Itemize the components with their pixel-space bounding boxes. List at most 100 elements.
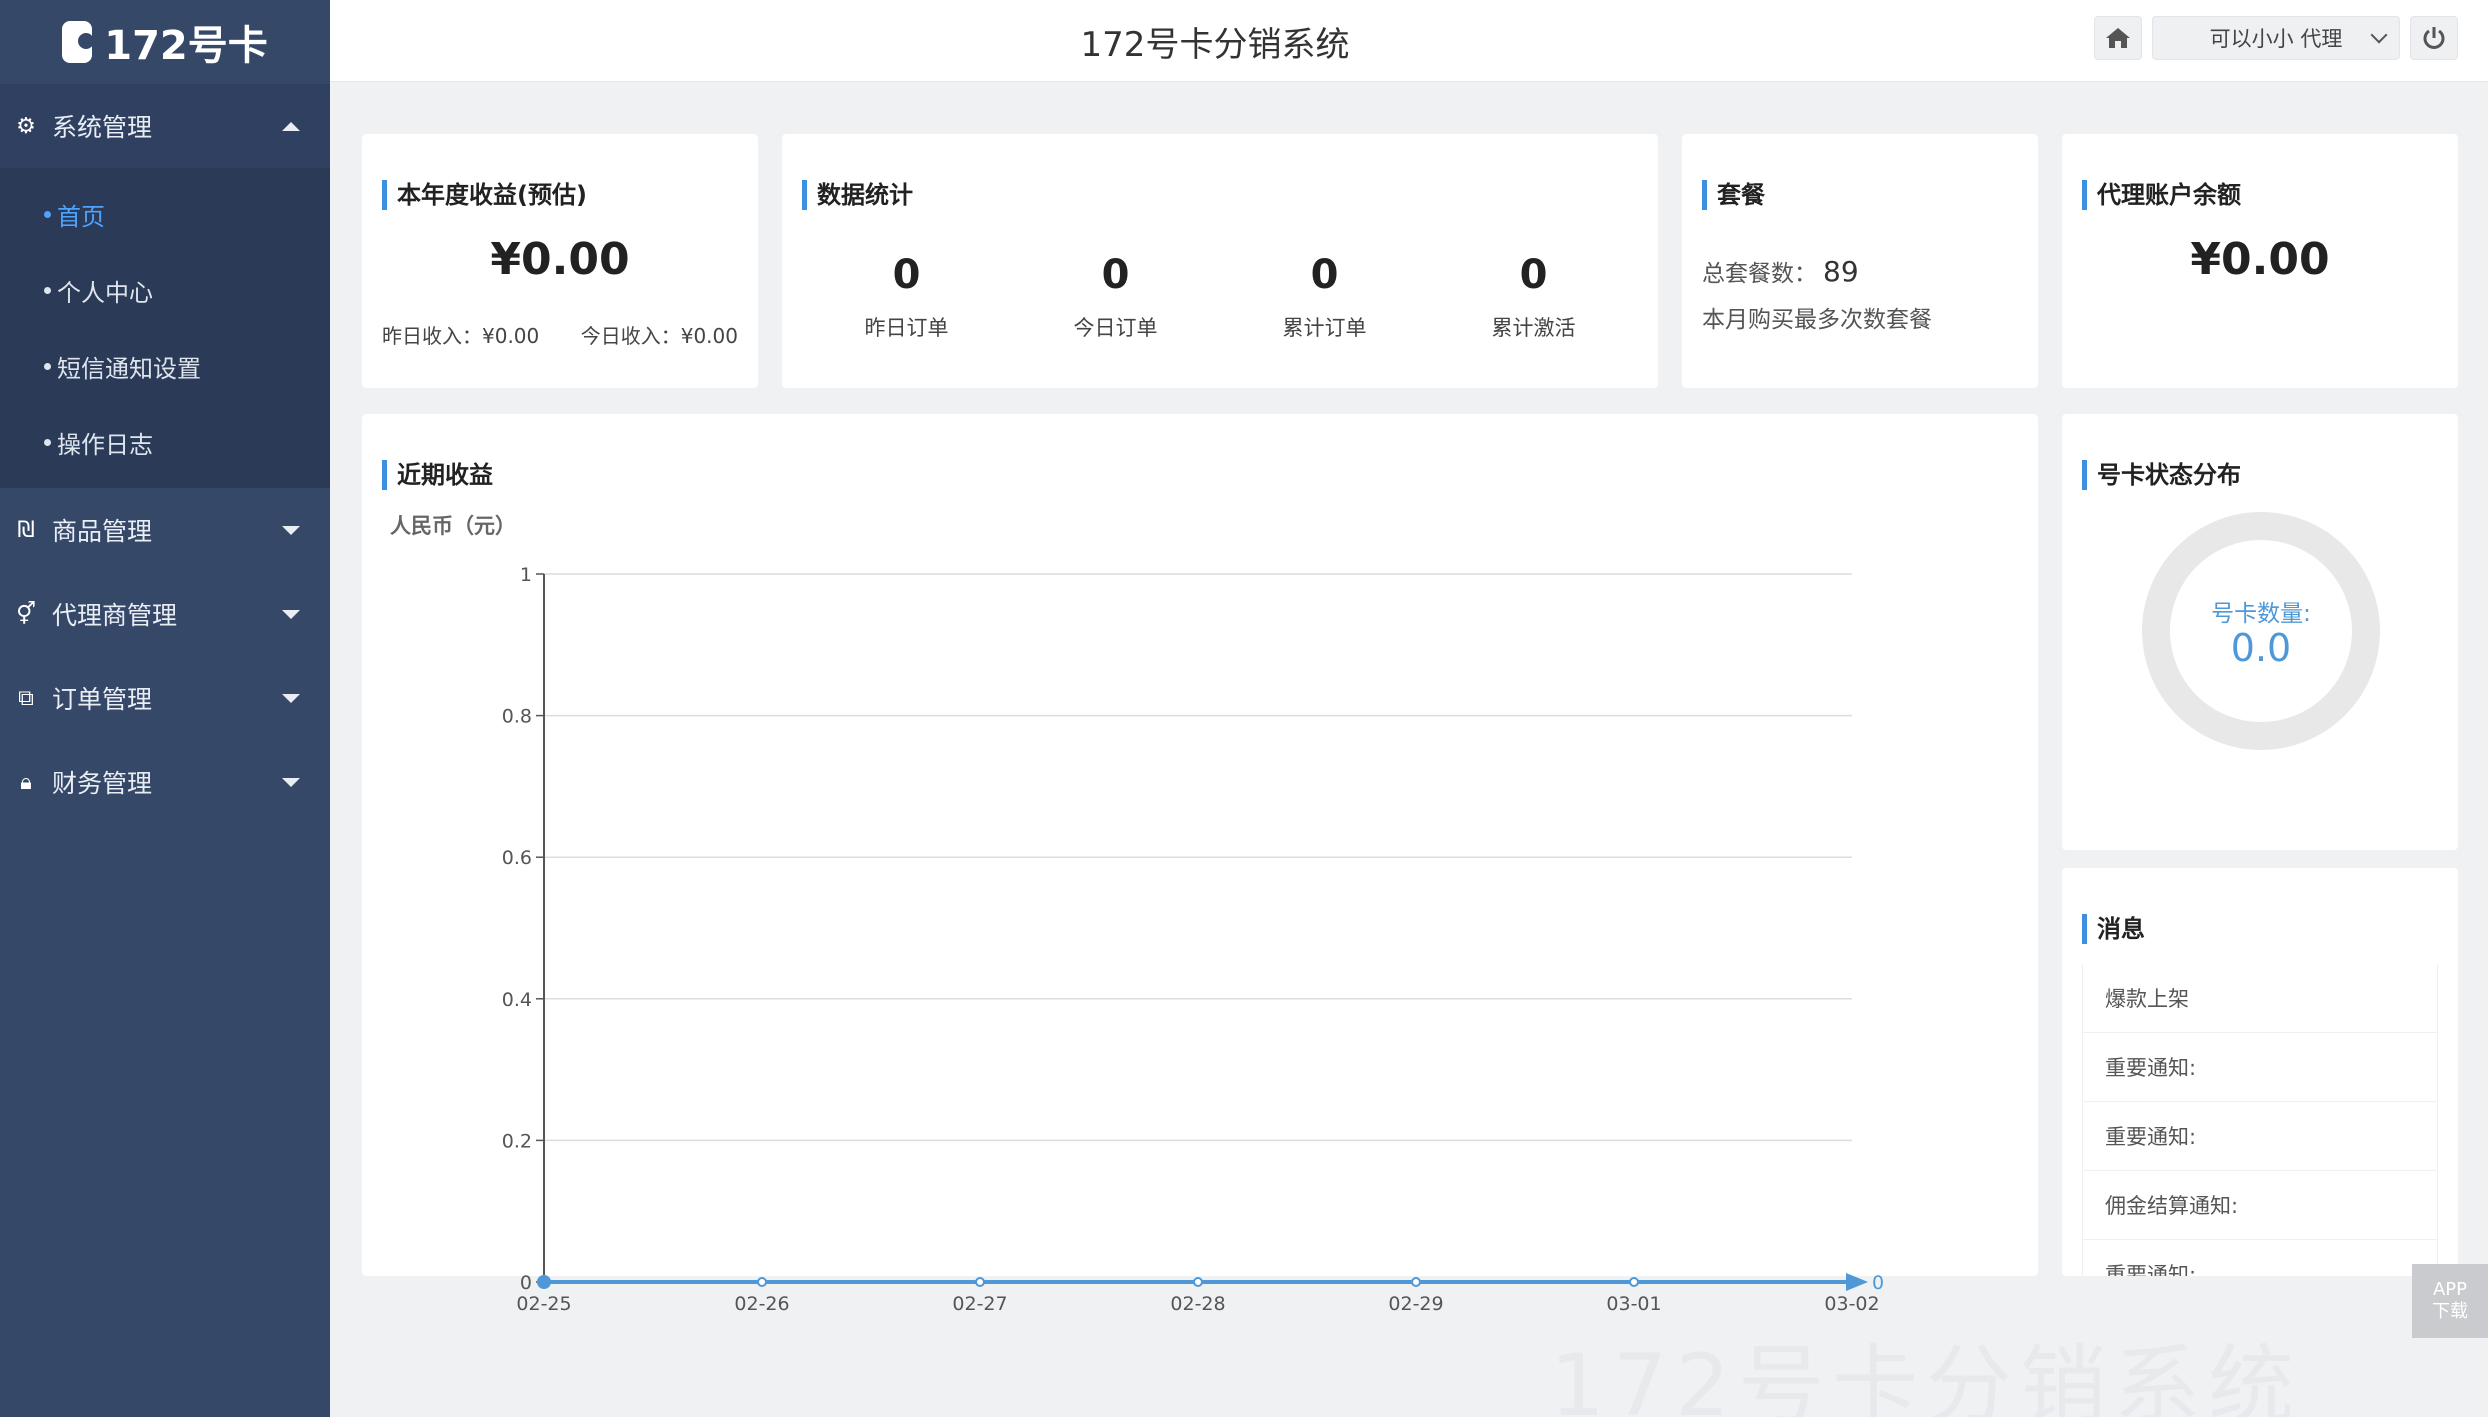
x-tick-label: 03-01	[1606, 1293, 1661, 1315]
today-income: 今日收入：¥0.00	[580, 324, 738, 348]
stat-value: 0	[1101, 252, 1130, 298]
app-download-line1: APP	[2432, 1279, 2468, 1300]
balance-value: ¥0.00	[2190, 234, 2330, 285]
sidebar-item-home[interactable]: 首页	[0, 176, 330, 252]
app-download-button[interactable]: APP 下载	[2412, 1264, 2488, 1338]
chevron-down-icon	[2370, 26, 2388, 44]
menu-agent-management[interactable]: ⚥ 代理商管理	[0, 572, 330, 656]
bullet-icon	[44, 210, 51, 218]
agent-icon: ⚥	[16, 601, 36, 627]
chevron-down-icon	[282, 525, 300, 535]
stat-label: 昨日订单	[864, 316, 949, 340]
home-button[interactable]	[2094, 16, 2142, 60]
logo-text: 172号卡	[104, 23, 268, 69]
logo-icon	[62, 21, 95, 63]
lock-icon: 🔒︎	[20, 769, 32, 795]
stat-value: 0	[1519, 252, 1548, 298]
menu-system-management[interactable]: ⚙ 系统管理	[0, 84, 330, 168]
message-item[interactable]: 重要通知:	[2082, 1239, 2438, 1276]
data-point-arrow	[1846, 1273, 1868, 1291]
gear-icon: ⚙	[16, 113, 36, 139]
chevron-down-icon	[282, 609, 300, 619]
system-submenu: 首页 个人中心 短信通知设置 操作日志	[0, 168, 330, 488]
balance-card: 代理账户余额 ¥0.00	[2062, 134, 2458, 388]
stats-card: 数据统计 0 昨日订单 0 今日订单 0 累计订单 0 累计激活	[782, 134, 1658, 388]
x-tick-label: 02-26	[734, 1293, 789, 1315]
data-point	[1411, 1277, 1421, 1287]
sidebar: 172号卡 ⚙ 系统管理 首页 个人中心 短信通知设置 操作日志 ₪ 商品管理 …	[0, 0, 330, 1417]
product-icon: ₪	[17, 517, 35, 543]
logout-button[interactable]	[2410, 16, 2458, 60]
app-download-line2: 下载	[2432, 1301, 2468, 1322]
card-title: 消息	[2082, 914, 2145, 944]
message-item[interactable]: 重要通知:	[2082, 1101, 2438, 1171]
card-status-donut: 号卡数量: 0.0	[2142, 512, 2380, 750]
package-card: 套餐 总套餐数： 89 本月购买最多次数套餐	[1682, 134, 2038, 388]
menu-product-management[interactable]: ₪ 商品管理	[0, 488, 330, 572]
yesterday-income: 昨日收入：¥0.00	[382, 324, 540, 348]
stat-total-activations: 0 累计激活	[1434, 252, 1634, 342]
card-status-card: 号卡状态分布 号卡数量: 0.0	[2062, 414, 2458, 850]
y-tick-label: 0	[520, 1272, 532, 1294]
recent-earnings-card: 近期收益 人民币（元） 0 0.2 0.4 0.6 0.8 1 02-25 02-26 02-2…	[362, 414, 2038, 1315]
annual-income-value: ¥0.00	[490, 234, 630, 285]
agent-name: 可以小小 代理	[2209, 27, 2343, 51]
sidebar-item-operation-log[interactable]: 操作日志	[0, 404, 330, 480]
page-title: 172号卡分销系统	[1080, 24, 1350, 65]
stat-value: 0	[892, 252, 921, 298]
chevron-up-icon	[282, 121, 300, 131]
sidebar-item-sms-settings[interactable]: 短信通知设置	[0, 328, 330, 404]
order-icon: ⧉	[18, 685, 34, 711]
sidebar-item-label: 操作日志	[57, 430, 153, 459]
data-point	[1193, 1277, 1203, 1287]
menu-order-management[interactable]: ⧉ 订单管理	[0, 656, 330, 740]
x-tick-label: 02-27	[952, 1293, 1007, 1315]
data-point	[537, 1275, 551, 1289]
home-icon	[2106, 28, 2130, 48]
stat-label: 累计激活	[1491, 316, 1576, 340]
card-title: 数据统计	[802, 180, 913, 210]
stat-yesterday-orders: 0 昨日订单	[807, 252, 1007, 342]
data-point	[1629, 1277, 1639, 1287]
y-tick-label: 0.4	[502, 989, 532, 1011]
menu-label: 财务管理	[52, 769, 153, 798]
message-item[interactable]: 重要通知:	[2082, 1032, 2438, 1102]
agent-select[interactable]: 可以小小 代理	[2152, 16, 2400, 60]
stat-value: 0	[1310, 252, 1339, 298]
end-value-label: 0	[1872, 1272, 1884, 1294]
messages-card: 消息 爆款上架 重要通知: 重要通知: 佣金结算通知: 重要通知:	[2062, 868, 2458, 1276]
y-tick-label: 0.8	[502, 706, 532, 728]
x-tick-label: 03-02	[1824, 1293, 1879, 1315]
y-tick-label: 0.2	[502, 1130, 532, 1152]
package-total: 总套餐数： 89	[1702, 254, 1859, 288]
brand-logo[interactable]: 172号卡	[0, 0, 330, 84]
sidebar-item-profile[interactable]: 个人中心	[0, 252, 330, 328]
package-total-value: 89	[1823, 255, 1859, 288]
top-bar: 172号卡分销系统 可以小小 代理	[330, 0, 2488, 82]
package-note: 本月购买最多次数套餐	[1702, 307, 1932, 333]
data-point	[757, 1277, 767, 1287]
stat-label: 今日订单	[1073, 316, 1158, 340]
stat-total-orders: 0 累计订单	[1225, 252, 1425, 342]
x-tick-label: 02-29	[1388, 1293, 1443, 1315]
chevron-down-icon	[282, 777, 300, 787]
y-tick-label: 0.6	[502, 847, 532, 869]
x-tick-label: 02-28	[1170, 1293, 1225, 1315]
sidebar-item-label: 短信通知设置	[57, 354, 201, 383]
message-item[interactable]: 佣金结算通知:	[2082, 1170, 2438, 1240]
menu-finance-management[interactable]: 🔒︎ 财务管理	[0, 740, 330, 824]
menu-label: 代理商管理	[52, 601, 178, 630]
stat-label: 累计订单	[1282, 316, 1367, 340]
sidebar-item-label: 个人中心	[57, 278, 153, 307]
bullet-icon	[44, 362, 51, 370]
sidebar-item-label: 首页	[57, 202, 105, 231]
power-icon	[2423, 27, 2445, 49]
chevron-down-icon	[282, 693, 300, 703]
menu-label: 系统管理	[52, 113, 153, 142]
income-breakdown: 昨日收入：¥0.00 今日收入：¥0.00	[382, 320, 738, 349]
stat-today-orders: 0 今日订单	[1016, 252, 1216, 342]
data-point	[975, 1277, 985, 1287]
message-item[interactable]: 爆款上架	[2082, 964, 2438, 1033]
card-title: 代理账户余额	[2082, 180, 2241, 210]
package-total-label: 总套餐数：	[1702, 261, 1817, 287]
